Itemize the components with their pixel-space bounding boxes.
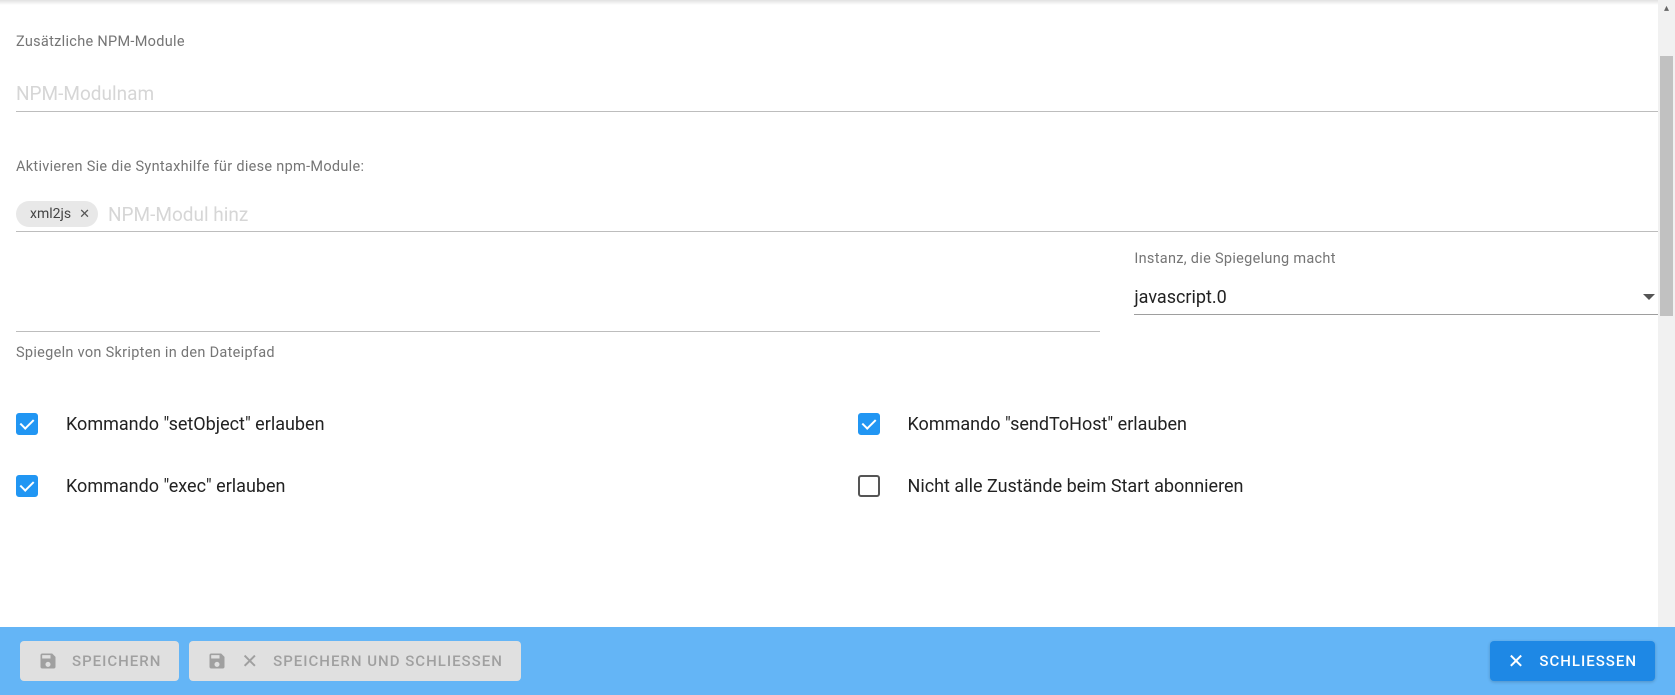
checkbox-label: Kommando "sendToHost" erlauben	[908, 414, 1187, 435]
checkbox-icon[interactable]	[858, 475, 880, 497]
button-label: SCHLIESSEN	[1539, 652, 1637, 670]
checkbox-icon[interactable]	[858, 413, 880, 435]
mirror-path-input[interactable]	[16, 294, 1100, 332]
additional-npm-label: Zusätzliche NPM-Module	[16, 33, 1659, 50]
instance-label: Instanz, die Spiegelung macht	[1134, 250, 1659, 267]
save-button: SPEICHERN	[20, 641, 179, 681]
checkbox-label: Nicht alle Zustände beim Start abonniere…	[908, 476, 1244, 497]
chip-label: xml2js	[30, 206, 71, 222]
checkbox-icon[interactable]	[16, 413, 38, 435]
instance-select[interactable]: javascript.0	[1134, 279, 1659, 315]
instance-select-value: javascript.0	[1134, 287, 1226, 308]
checkbox-label: Kommando "setObject" erlauben	[66, 414, 325, 435]
checkbox-not-all-states[interactable]: Nicht alle Zustände beim Start abonniere…	[858, 475, 1660, 497]
syntax-chip-row[interactable]: xml2js ✕	[16, 197, 1659, 232]
checkbox-icon[interactable]	[16, 475, 38, 497]
button-label: SPEICHERN UND SCHLIESSEN	[273, 652, 503, 670]
npm-module-input[interactable]	[16, 74, 1659, 112]
save-icon	[207, 651, 227, 671]
mirror-path-hint: Spiegeln von Skripten in den Dateipfad	[16, 344, 1100, 361]
vertical-scrollbar[interactable]: ▴	[1658, 0, 1675, 627]
chip-add-input[interactable]	[108, 203, 1659, 226]
save-close-button: ✕ SPEICHERN UND SCHLIESSEN	[189, 641, 520, 681]
scroll-up-icon[interactable]: ▴	[1658, 0, 1675, 17]
syntax-help-label: Aktivieren Sie die Syntaxhilfe für diese…	[16, 158, 1659, 175]
button-label: SPEICHERN	[72, 652, 161, 670]
close-icon: ✕	[241, 651, 259, 671]
save-icon	[38, 651, 58, 671]
close-button[interactable]: ✕ SCHLIESSEN	[1490, 641, 1655, 681]
scroll-thumb[interactable]	[1660, 56, 1673, 316]
chip-remove-icon[interactable]: ✕	[79, 208, 90, 221]
checkbox-send-to-host[interactable]: Kommando "sendToHost" erlauben	[858, 413, 1660, 435]
checkbox-set-object[interactable]: Kommando "setObject" erlauben	[16, 413, 818, 435]
chip-xml2js[interactable]: xml2js ✕	[16, 201, 98, 227]
chevron-down-icon	[1643, 294, 1655, 300]
settings-content: Zusätzliche NPM-Module Aktivieren Sie di…	[0, 5, 1675, 602]
checkbox-exec[interactable]: Kommando "exec" erlauben	[16, 475, 818, 497]
checkbox-label: Kommando "exec" erlauben	[66, 476, 285, 497]
close-icon: ✕	[1508, 651, 1526, 671]
footer-bar: SPEICHERN ✕ SPEICHERN UND SCHLIESSEN ✕ S…	[0, 627, 1675, 695]
